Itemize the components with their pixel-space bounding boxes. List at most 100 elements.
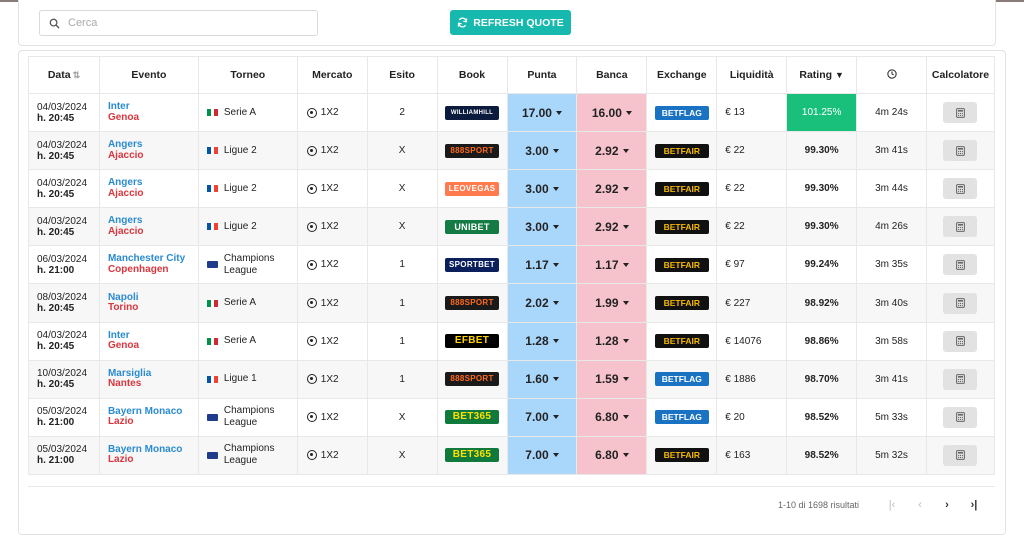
- cell-banca[interactable]: 1.28: [576, 321, 648, 361]
- prev-page-icon[interactable]: ‹: [913, 498, 927, 512]
- cell-banca[interactable]: 1.17: [576, 245, 648, 285]
- cell-rating: 98.92%: [786, 283, 858, 323]
- exchange-logo[interactable]: BETFAIR: [654, 219, 709, 234]
- cell-punta[interactable]: 17.00: [506, 92, 578, 133]
- cell-esito: 1: [366, 283, 438, 323]
- away-team-link[interactable]: Copenhagen: [108, 264, 198, 276]
- refresh-quote-button[interactable]: REFRESH QUOTE: [450, 10, 571, 35]
- header-esito[interactable]: Esito: [366, 56, 438, 94]
- calculator-button[interactable]: [943, 292, 978, 314]
- last-page-icon[interactable]: ›|: [967, 498, 981, 512]
- header-banca[interactable]: Banca: [576, 56, 648, 94]
- exchange-logo[interactable]: BETFAIR: [654, 334, 709, 349]
- away-team-link[interactable]: Ajaccio: [108, 226, 198, 238]
- exchange-logo[interactable]: BETFAIR: [654, 181, 709, 196]
- away-team-link[interactable]: Lazio: [108, 455, 198, 466]
- cell-punta[interactable]: 3.00: [506, 207, 578, 247]
- exchange-logo[interactable]: BETFLAG: [654, 372, 709, 387]
- bookmaker-logo[interactable]: LEOVEGAS: [445, 181, 500, 196]
- cell-banca[interactable]: 2.92: [576, 131, 648, 171]
- bookmaker-logo[interactable]: BET365: [445, 410, 500, 425]
- exchange-logo[interactable]: BETFAIR: [654, 296, 709, 311]
- cell-punta[interactable]: 7.00: [506, 435, 578, 475]
- away-team-link[interactable]: Genoa: [108, 112, 198, 124]
- cell-rating: 98.86%: [786, 321, 858, 361]
- event-time: h. 20:45: [37, 226, 75, 238]
- calculator-button[interactable]: [943, 178, 978, 200]
- caret-down-icon: [622, 377, 629, 382]
- cell-calcolatore: [925, 207, 996, 247]
- search-input[interactable]: [68, 17, 308, 29]
- cell-banca[interactable]: 6.80: [576, 435, 648, 475]
- exchange-logo[interactable]: BETFAIR: [654, 448, 709, 463]
- away-team-link[interactable]: Genoa: [108, 341, 198, 352]
- cell-punta[interactable]: 7.00: [506, 397, 578, 437]
- torneo-name: Serie A: [223, 335, 257, 347]
- cell-punta[interactable]: 1.28: [506, 321, 578, 361]
- header-torneo[interactable]: Torneo: [197, 56, 298, 94]
- calculator-button[interactable]: [943, 216, 978, 238]
- header-book[interactable]: Book: [436, 56, 508, 94]
- exchange-logo[interactable]: BETFLAG: [654, 410, 709, 425]
- bookmaker-logo[interactable]: EFBET: [445, 334, 500, 349]
- cell-liquidita: € 1886: [716, 359, 788, 399]
- away-team-link[interactable]: Lazio: [108, 417, 198, 428]
- next-page-icon[interactable]: ›: [940, 498, 954, 512]
- header-updated[interactable]: [856, 56, 927, 94]
- bookmaker-logo[interactable]: BET365: [445, 448, 500, 463]
- calculator-button[interactable]: [943, 140, 978, 162]
- away-team-link[interactable]: Ajaccio: [108, 188, 198, 200]
- away-team-link[interactable]: Ajaccio: [108, 150, 198, 162]
- exchange-logo[interactable]: BETFLAG: [654, 105, 709, 120]
- header-liquidita[interactable]: Liquidità: [716, 56, 788, 94]
- calculator-button[interactable]: [943, 368, 978, 390]
- cell-banca[interactable]: 1.59: [576, 359, 648, 399]
- cell-punta[interactable]: 3.00: [506, 169, 578, 209]
- mercato-value: 1X2: [320, 259, 339, 271]
- exchange-logo[interactable]: BETFAIR: [654, 143, 709, 158]
- header-exchange[interactable]: Exchange: [646, 56, 718, 94]
- soccer-ball-icon: [306, 450, 317, 461]
- calculator-button[interactable]: [943, 330, 978, 352]
- cell-banca[interactable]: 2.92: [576, 207, 648, 247]
- header-mercato[interactable]: Mercato: [296, 56, 368, 94]
- home-team-link[interactable]: Inter: [108, 102, 198, 113]
- bookmaker-logo[interactable]: 888SPORT: [445, 143, 500, 158]
- away-team-link[interactable]: Torino: [108, 303, 198, 314]
- header-rating[interactable]: Rating ▼: [786, 56, 858, 94]
- cell-punta[interactable]: 2.02: [506, 283, 578, 323]
- away-team-link[interactable]: Nantes: [108, 379, 198, 390]
- cell-esito: 2: [366, 92, 438, 133]
- bookmaker-logo[interactable]: SPORTBET: [445, 257, 500, 272]
- cell-liquidita: € 22: [716, 131, 788, 171]
- header-data[interactable]: Data ⇅: [28, 56, 100, 94]
- calculator-button[interactable]: [943, 444, 978, 466]
- calculator-button[interactable]: [943, 102, 978, 124]
- exchange-logo[interactable]: BETFAIR: [654, 257, 709, 272]
- bookmaker-logo[interactable]: WILLIAMHILL: [445, 106, 500, 121]
- sort-desc-icon: ▼: [834, 70, 844, 80]
- cell-punta[interactable]: 1.60: [506, 359, 578, 399]
- cell-punta[interactable]: 3.00: [506, 131, 578, 171]
- header-evento[interactable]: Evento: [98, 56, 199, 94]
- calculator-button[interactable]: [943, 254, 978, 276]
- calculator-icon: [956, 298, 965, 308]
- bookmaker-logo[interactable]: UNIBET: [445, 219, 500, 234]
- bookmaker-logo[interactable]: 888SPORT: [445, 372, 500, 387]
- table-row: 04/03/2024 h. 20:45 Angers Ajaccio Ligue 2 1X…: [28, 207, 996, 247]
- mercato-value: 1X2: [320, 373, 339, 385]
- cell-mercato: 1X2: [296, 131, 368, 171]
- cell-banca[interactable]: 16.00: [576, 92, 648, 133]
- cell-banca[interactable]: 6.80: [576, 397, 648, 437]
- pagination-summary: 1-10 di 1698 risultati: [778, 500, 860, 510]
- first-page-icon[interactable]: |‹: [885, 498, 899, 512]
- bookmaker-logo[interactable]: 888SPORT: [445, 296, 500, 311]
- calculator-button[interactable]: [943, 406, 978, 428]
- header-punta[interactable]: Punta: [506, 56, 578, 94]
- search-box[interactable]: [39, 10, 318, 36]
- banca-odds: 6.80: [595, 410, 619, 425]
- cell-banca[interactable]: 2.92: [576, 169, 648, 209]
- flag-fr-icon: [206, 223, 218, 231]
- cell-banca[interactable]: 1.99: [576, 283, 648, 323]
- cell-punta[interactable]: 1.17: [506, 245, 578, 285]
